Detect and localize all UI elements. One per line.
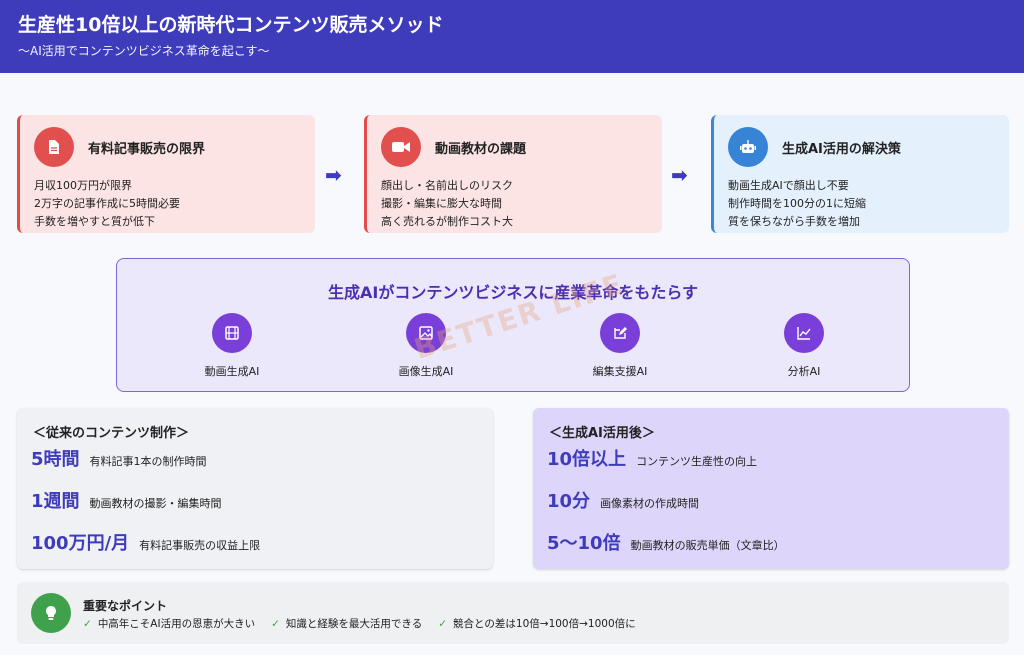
point-item: ✓ 知識と経験を最大活用できる (271, 616, 422, 631)
panel-title: 生成AIがコンテンツビジネスに産業革命をもたらす (327, 283, 699, 302)
stat-row: 10倍以上 コンテンツ生産性の向上 (547, 445, 995, 471)
header: 生産性10倍以上の新時代コンテンツ販売メソッド 〜AI活用でコンテンツビジネス革… (0, 0, 1024, 73)
card-line: 質を保ちながら手数を増加 (728, 215, 860, 228)
stat-value: 1週間 (31, 491, 80, 512)
stat-row: 10分 画像素材の作成時間 (547, 487, 995, 513)
card-line: 月収100万円が限界 (34, 179, 132, 192)
card-title: 動画教材の課題 (435, 141, 527, 157)
film-icon (212, 313, 252, 353)
tool-label: 編集支援AI (592, 365, 648, 378)
stat-value: 5〜10倍 (547, 533, 621, 554)
panel-title: ＜従来のコンテンツ制作＞ (33, 426, 190, 441)
card-video-materials: 動画教材の課題 顔出し・名前出しのリスク 撮影・編集に膨大な時間 高く売れるが制… (364, 115, 662, 233)
robot-icon (728, 127, 768, 167)
tool-label: 分析AI (787, 365, 821, 378)
stat-value: 100万円/月 (31, 533, 130, 554)
stat-desc: 有料記事販売の収益上限 (139, 539, 261, 552)
stat-desc: 画像素材の作成時間 (600, 497, 700, 510)
edit-icon (600, 313, 640, 353)
page-title: 生産性10倍以上の新時代コンテンツ販売メソッド (18, 14, 444, 36)
document-icon (34, 127, 74, 167)
panel-title: ＜生成AI活用後＞ (549, 426, 655, 441)
page-subtitle: 〜AI活用でコンテンツビジネス革命を起こす〜 (18, 44, 270, 58)
card-line: 顔出し・名前出しのリスク (381, 179, 513, 192)
tool-edit-ai: 編集支援AI (560, 313, 680, 379)
chart-icon (784, 313, 824, 353)
tool-label: 動画生成AI (204, 365, 260, 378)
card-paid-articles: 有料記事販売の限界 月収100万円が限界 2万字の記事作成に5時間必要 手数を増… (17, 115, 315, 233)
tool-analysis-ai: 分析AI (744, 313, 864, 379)
stat-row: 100万円/月 有料記事販売の収益上限 (31, 529, 479, 555)
check-icon: ✓ (438, 617, 448, 630)
card-line: 手数を増やすと質が低下 (34, 215, 155, 228)
check-icon: ✓ (271, 617, 280, 630)
before-panel: ＜従来のコンテンツ制作＞ 5時間 有料記事1本の制作時間 1週間 動画教材の撮影… (17, 408, 493, 569)
arrow-right-icon: ➡ (325, 163, 342, 187)
key-points-panel: 重要なポイント ✓ 中高年こそAI活用の恩恵が大きい ✓ 知識と経験を最大活用できる… (17, 582, 1009, 644)
card-line: 制作時間を100分の1に短縮 (728, 197, 866, 210)
image-icon (406, 313, 446, 353)
arrow-right-icon: ➡ (671, 163, 688, 187)
lightbulb-icon (31, 593, 71, 633)
stat-row: 5〜10倍 動画教材の販売単価（文章比） (547, 529, 995, 555)
stat-row: 1週間 動画教材の撮影・編集時間 (31, 487, 479, 513)
stat-desc: 動画教材の販売単価（文章比） (630, 539, 785, 552)
card-line: 高く売れるが制作コスト大 (381, 215, 513, 228)
stat-desc: 有料記事1本の制作時間 (89, 455, 207, 468)
ai-revolution-panel: 生成AIがコンテンツビジネスに産業革命をもたらす 動画生成AI 画像生成AI 編… (116, 258, 910, 392)
check-icon: ✓ (83, 617, 92, 630)
card-title: 生成AI活用の解決策 (782, 141, 901, 157)
after-panel: ＜生成AI活用後＞ 10倍以上 コンテンツ生産性の向上 10分 画像素材の作成時… (533, 408, 1009, 569)
card-line: 撮影・編集に膨大な時間 (381, 197, 502, 210)
stat-value: 10倍以上 (547, 449, 627, 470)
stat-row: 5時間 有料記事1本の制作時間 (31, 445, 479, 471)
stat-value: 10分 (547, 491, 591, 512)
video-camera-icon (381, 127, 421, 167)
card-line: 2万字の記事作成に5時間必要 (34, 197, 180, 210)
panel-title: 重要なポイント (83, 599, 168, 613)
card-line: 動画生成AIで顔出し不要 (728, 179, 849, 192)
point-item: ✓ 競合との差は10倍→100倍→1000倍に (438, 616, 635, 631)
stat-desc: 動画教材の撮影・編集時間 (89, 497, 222, 510)
point-text: 知識と経験を最大活用できる (285, 618, 423, 630)
stat-desc: コンテンツ生産性の向上 (636, 455, 758, 468)
point-text: 中高年こそAI活用の恩恵が大きい (97, 618, 256, 630)
tool-image-ai: 画像生成AI (366, 313, 486, 379)
card-title: 有料記事販売の限界 (88, 141, 206, 157)
stat-value: 5時間 (31, 449, 80, 470)
tool-video-ai: 動画生成AI (172, 313, 292, 379)
tool-label: 画像生成AI (398, 365, 454, 378)
point-text: 競合との差は10倍→100倍→1000倍に (453, 618, 636, 630)
card-ai-solution: 生成AI活用の解決策 動画生成AIで顔出し不要 制作時間を100分の1に短縮 質… (711, 115, 1009, 233)
point-item: ✓ 中高年こそAI活用の恩恵が大きい (83, 616, 255, 631)
